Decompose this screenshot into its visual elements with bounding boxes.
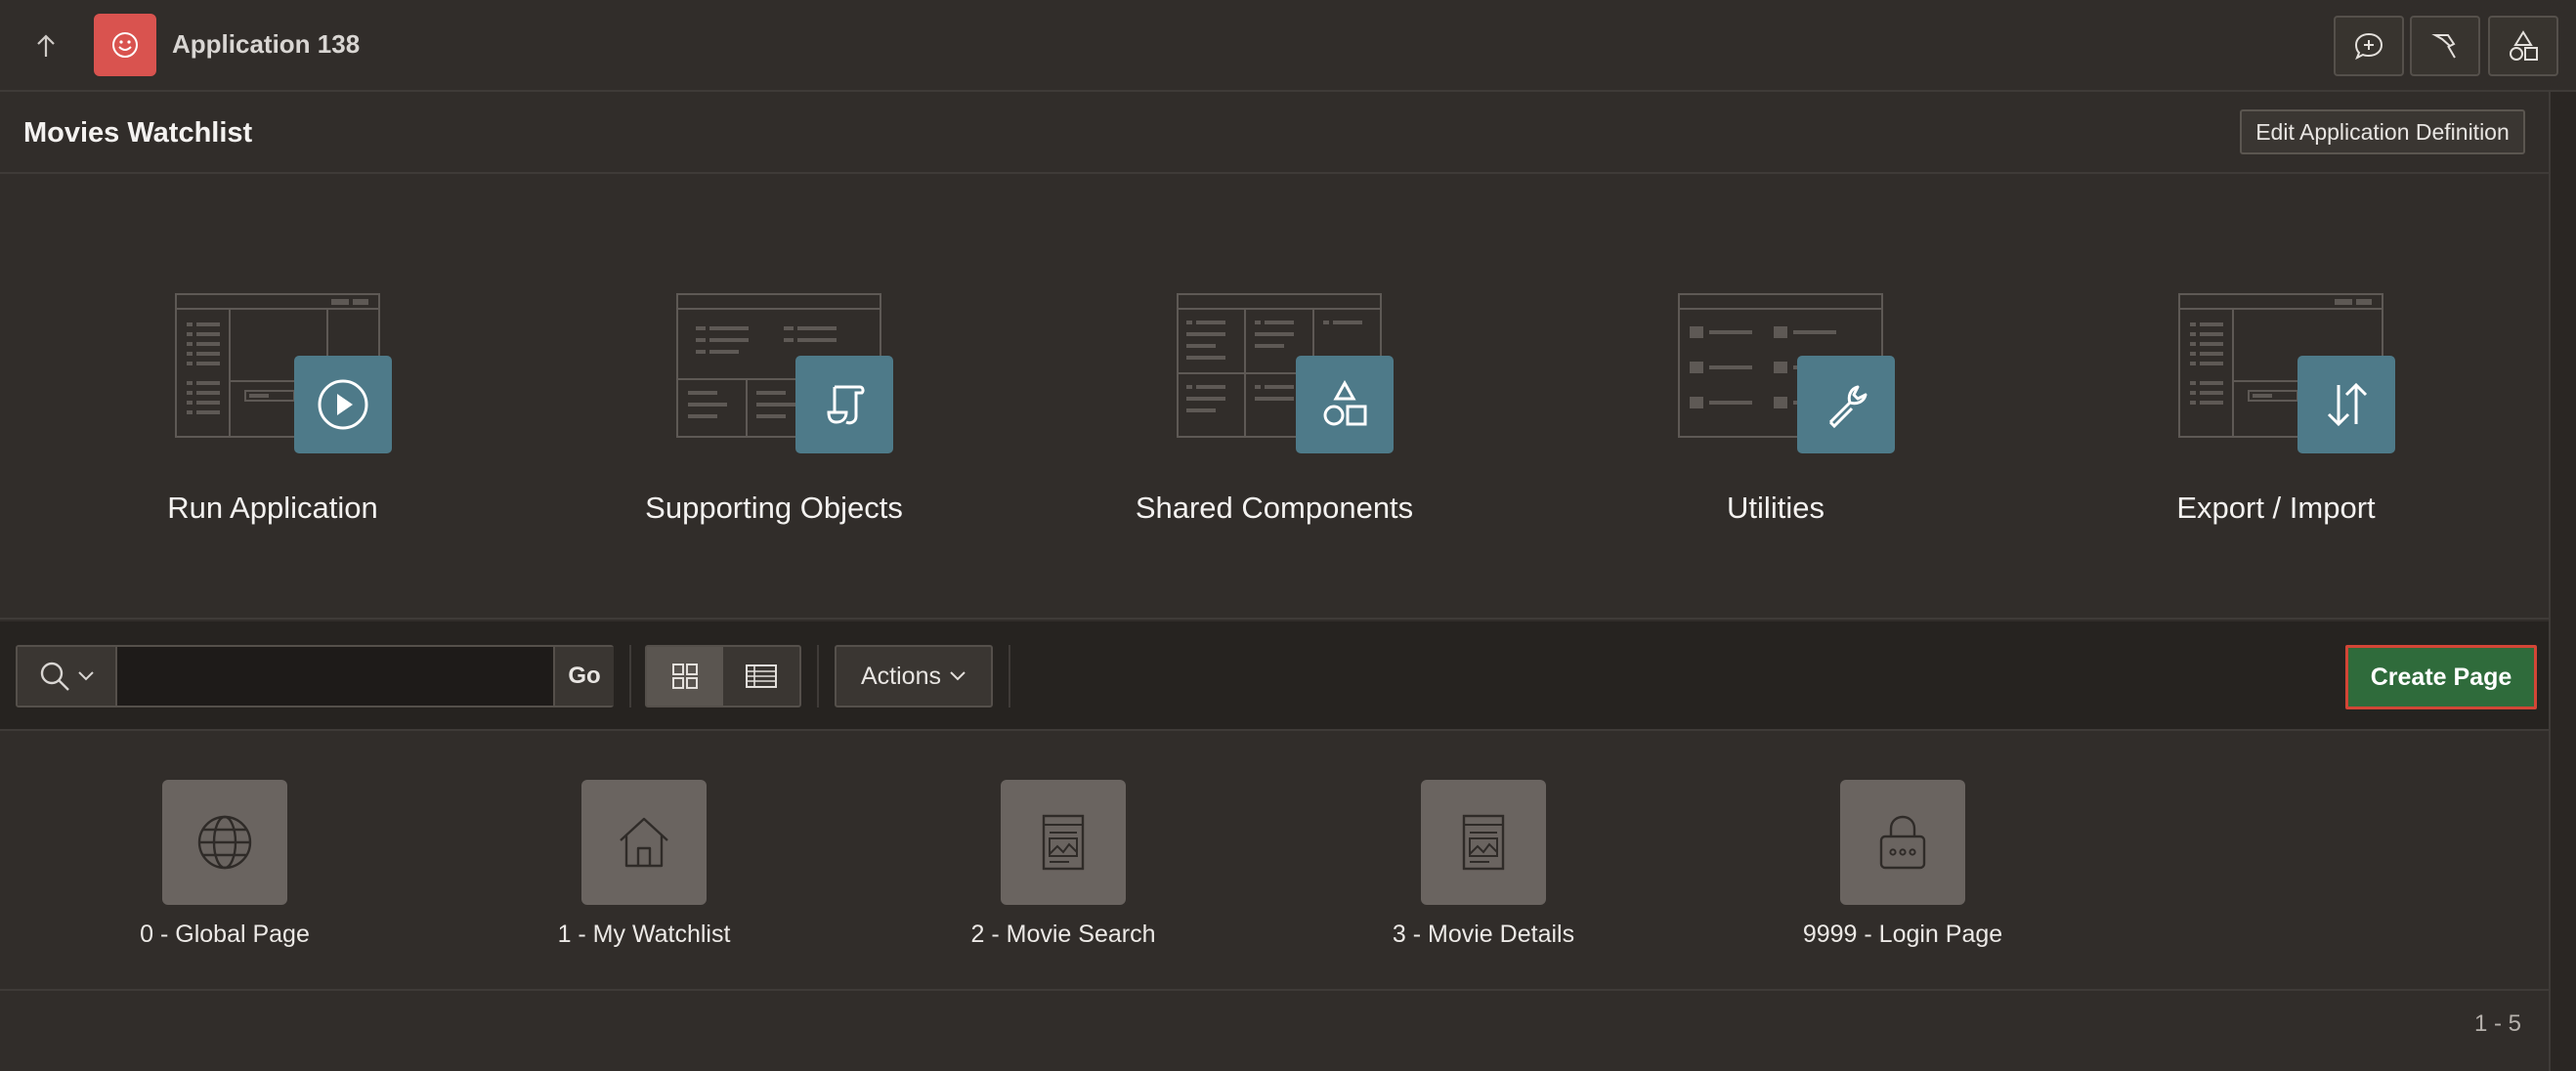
top-bar: Application 138: [0, 0, 2576, 92]
page-card[interactable]: 0 - Global Page: [98, 780, 352, 965]
divider: [629, 645, 631, 707]
report-view-button[interactable]: [723, 647, 799, 706]
lock-icon: [1879, 815, 1926, 870]
app-title: Application 138: [172, 29, 361, 59]
wrench-icon: [1828, 385, 1868, 429]
pages-grid: 0 - Global Page 1 - My Watchlist 2 - Mov…: [0, 733, 2549, 991]
page-label: 0 - Global Page: [140, 921, 310, 948]
shared-components-button[interactable]: [2488, 16, 2558, 76]
tile-label: Utilities: [1727, 491, 1825, 525]
search-column-select[interactable]: [18, 647, 117, 706]
shared-components-tile[interactable]: Shared Components: [1098, 293, 1450, 567]
shapes-icon: [2510, 30, 2538, 61]
search-icon: [40, 662, 69, 691]
tile-label: Export / Import: [2176, 491, 2376, 525]
tile-label: Shared Components: [1135, 491, 1414, 525]
divider: [817, 645, 819, 707]
comment-add-icon: [2354, 32, 2383, 61]
chevron-down-icon: [950, 671, 966, 681]
wrench-badge: [1797, 356, 1895, 453]
transfer-arrows-icon: [2327, 382, 2368, 427]
globe-icon: [197, 815, 252, 870]
feedback-button[interactable]: [2334, 16, 2404, 76]
create-page-label: Create Page: [2370, 663, 2512, 691]
page-card[interactable]: 3 - Movie Details: [1356, 780, 1610, 965]
page-label: 9999 - Login Page: [1802, 921, 2003, 948]
pagination-label: 1 - 5: [2473, 1010, 2521, 1037]
shapes-icon: [1323, 379, 1367, 426]
form-page-icon: [1042, 814, 1085, 871]
right-scroll-strip: [2549, 92, 2576, 1071]
page-label: 2 - Movie Search: [970, 921, 1156, 948]
play-icon: [318, 379, 368, 430]
edit-application-definition-button[interactable]: Edit Application Definition: [2240, 109, 2525, 154]
page-title: Movies Watchlist: [23, 117, 253, 149]
page-thumbnail: [1421, 780, 1546, 905]
hero-tiles: Run Application Supporting Objects Share…: [0, 176, 2549, 620]
app-icon: [94, 14, 156, 76]
search-group: Go: [16, 645, 614, 707]
scroll-badge: [795, 356, 893, 453]
divider: [1009, 645, 1010, 707]
go-button[interactable]: Go: [553, 647, 614, 706]
page-thumbnail: [1840, 780, 1965, 905]
page-card[interactable]: 1 - My Watchlist: [517, 780, 771, 965]
arrow-up-icon: [37, 34, 55, 57]
tile-label: Supporting Objects: [645, 491, 903, 525]
navigate-up-button[interactable]: [25, 25, 66, 66]
chevron-down-icon: [78, 671, 94, 681]
play-badge: [294, 356, 392, 453]
shapes-badge: [1296, 356, 1394, 453]
view-toggle: [645, 645, 801, 707]
page-label: 1 - My Watchlist: [557, 921, 731, 948]
grid-view-button[interactable]: [647, 647, 723, 706]
supporting-objects-tile[interactable]: Supporting Objects: [598, 293, 950, 567]
page-thumbnail: [1001, 780, 1126, 905]
pages-toolbar: Go Actions Create Page: [0, 621, 2549, 731]
pin-icon: [2431, 34, 2456, 59]
page-card[interactable]: 9999 - Login Page: [1776, 780, 2030, 965]
run-application-tile[interactable]: Run Application: [97, 293, 449, 567]
page-card[interactable]: 2 - Movie Search: [936, 780, 1190, 965]
scroll-icon: [827, 385, 865, 425]
table-icon: [746, 664, 777, 688]
page-thumbnail: [581, 780, 707, 905]
smiley-icon: [112, 32, 138, 58]
export-import-tile[interactable]: Export / Import: [2100, 293, 2452, 567]
home-icon: [620, 817, 668, 868]
actions-menu-button[interactable]: Actions: [835, 645, 993, 707]
page-thumbnail: [162, 780, 287, 905]
transfer-badge: [2297, 356, 2395, 453]
search-input[interactable]: [119, 647, 553, 706]
tile-label: Run Application: [167, 491, 378, 525]
form-page-icon: [1462, 814, 1505, 871]
region-header: Movies Watchlist Edit Application Defini…: [0, 94, 2549, 174]
actions-label: Actions: [861, 662, 941, 690]
grid-icon: [672, 664, 698, 689]
pin-button[interactable]: [2410, 16, 2480, 76]
utilities-tile[interactable]: Utilities: [1600, 293, 1952, 567]
create-page-button[interactable]: Create Page: [2345, 645, 2537, 709]
page-label: 3 - Movie Details: [1392, 921, 1575, 948]
